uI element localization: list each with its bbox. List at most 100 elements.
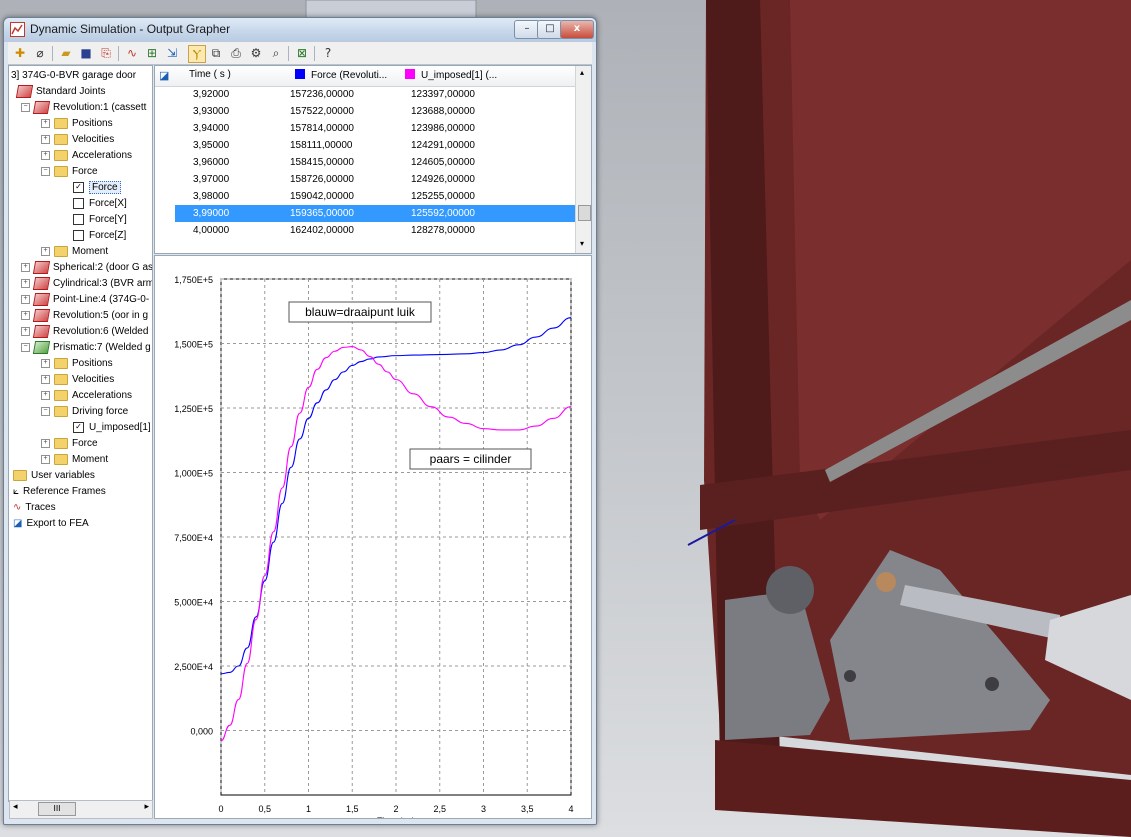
table-cell: 158415,00000 [290, 157, 354, 168]
scroll-left-icon[interactable]: ◂ [13, 802, 18, 812]
tree-export-fea[interactable]: ◪ Export to FEA [13, 516, 89, 532]
tree-reference-frames[interactable]: ⟀ Reference Frames [13, 484, 106, 500]
checkbox-icon[interactable] [73, 229, 84, 241]
joint-icon [32, 308, 51, 322]
checkbox-icon[interactable] [73, 197, 84, 209]
print-icon[interactable]: ⎙ [228, 45, 244, 61]
tree-moment[interactable]: + Moment [41, 244, 108, 260]
table-row[interactable]: 4,00000 162402,00000 128278,00000 [175, 222, 575, 239]
open-folder-icon[interactable]: ▰ [58, 45, 74, 61]
table-header: ◪ Time ( s ) Force (Revoluti... U_impose… [155, 66, 575, 87]
expand-icon[interactable]: + [41, 438, 50, 448]
expand-icon[interactable]: + [41, 358, 50, 368]
scroll-up-icon[interactable]: ▴ [580, 68, 584, 77]
zoom-icon[interactable]: ⌕ [268, 45, 284, 61]
col-u-imposed[interactable]: U_imposed[1] (... [405, 69, 497, 81]
trace-icon[interactable]: ∿ [124, 45, 140, 61]
expand-icon[interactable]: + [41, 454, 50, 464]
collapse-icon[interactable]: − [41, 406, 50, 416]
scroll-down-icon[interactable]: ▾ [580, 239, 584, 248]
settings-icon[interactable]: ⚙ [248, 45, 264, 61]
y-tick-label: 1,250E+5 [174, 404, 213, 414]
table-row[interactable]: 3,96000 158415,00000 124605,00000 [175, 154, 575, 171]
tree-revolution-5[interactable]: + Revolution:5 (oor in g [21, 308, 148, 324]
erase-icon[interactable]: ⌀ [32, 45, 48, 61]
table-corner-icon[interactable]: ◪ [159, 69, 169, 82]
expand-icon[interactable]: + [21, 278, 30, 288]
table-row[interactable]: 3,97000 158726,00000 124926,00000 [175, 171, 575, 188]
tree-velocities[interactable]: + Velocities [41, 132, 114, 148]
checkbox-checked-icon[interactable]: ✓ [73, 181, 84, 193]
x-tick-label: 3 [481, 804, 486, 814]
expand-icon[interactable]: + [21, 294, 30, 304]
expand-icon[interactable]: + [21, 262, 30, 272]
chart-panel[interactable]: 0,000 2,500E+4 5,000E+4 7,500E+4 1,000E+5 1,2… [154, 255, 592, 826]
tree-user-variables[interactable]: User variables [13, 468, 95, 484]
table-vertical-scrollbar[interactable]: ▴ ▾ [575, 66, 591, 253]
results-table[interactable]: ◪ Time ( s ) Force (Revoluti... U_impose… [154, 65, 592, 254]
tree-velocities-2[interactable]: + Velocities [41, 372, 114, 388]
tree-force-y[interactable]: Force[Y] [73, 212, 127, 228]
close-button[interactable]: x [560, 20, 594, 39]
expand-icon[interactable]: + [41, 374, 50, 384]
tree-revolution-1[interactable]: − Revolution:1 (cassett [21, 100, 146, 116]
scroll-thumb[interactable]: III [38, 802, 76, 816]
tree-prismatic-7[interactable]: − Prismatic:7 (Welded g [21, 340, 151, 356]
tree-standard-joints[interactable]: Standard Joints [15, 84, 106, 100]
expand-icon[interactable]: + [41, 118, 50, 128]
tree-point-line-4[interactable]: + Point-Line:4 (374G-0- [21, 292, 149, 308]
output-tree[interactable]: 3] 374G-0-BVR garage door Standard Joint… [8, 65, 153, 802]
expand-icon[interactable]: + [21, 310, 30, 320]
tree-u-imposed[interactable]: ✓ U_imposed[1] [73, 420, 151, 436]
x-tick-label: 2,5 [433, 804, 446, 814]
title-bar[interactable]: Dynamic Simulation - Output Grapher – □ … [4, 18, 596, 42]
grid-icon[interactable]: ⊞ [144, 45, 160, 61]
new-icon[interactable]: ✚ [12, 45, 28, 61]
tree-accelerations[interactable]: + Accelerations [41, 148, 132, 164]
tree-root[interactable]: 3] 374G-0-BVR garage door [11, 68, 136, 84]
copy-icon[interactable]: ⧉ [208, 45, 224, 61]
table-row[interactable]: 3,93000 157522,00000 123688,00000 [175, 103, 575, 120]
expand-icon[interactable]: + [21, 326, 30, 336]
tree-spherical-2[interactable]: + Spherical:2 (door G as [21, 260, 152, 276]
tree-cylindrical-3[interactable]: + Cylindrical:3 (BVR arm [21, 276, 152, 292]
tree-force-folder[interactable]: − Force [41, 164, 98, 180]
tree-force-x[interactable]: Force[X] [73, 196, 127, 212]
help-icon[interactable]: ? [320, 45, 336, 61]
checkbox-icon[interactable] [73, 213, 84, 225]
tree-force-z[interactable]: Force[Z] [73, 228, 126, 244]
checkbox-checked-icon[interactable]: ✓ [73, 421, 84, 433]
tree-force-2[interactable]: + Force [41, 436, 98, 452]
table-row[interactable]: 3,94000 157814,00000 123986,00000 [175, 120, 575, 137]
import-icon[interactable]: ⇲ [164, 45, 180, 61]
table-row[interactable]: 3,98000 159042,00000 125255,00000 [175, 188, 575, 205]
tree-driving-force[interactable]: − Driving force [41, 404, 128, 420]
tree-positions-2[interactable]: + Positions [41, 356, 113, 372]
save-icon[interactable]: ■ [78, 45, 94, 61]
table-cell: 128278,00000 [411, 225, 475, 236]
tree-force-item[interactable]: ✓ Force [73, 180, 121, 196]
tree-positions[interactable]: + Positions [41, 116, 113, 132]
tree-horizontal-scrollbar[interactable]: ◂ III ▸ [9, 800, 153, 819]
export-icon[interactable]: ⎘ [98, 45, 114, 61]
curve-icon[interactable]: Ⲩ [188, 45, 206, 63]
collapse-icon[interactable]: − [21, 342, 30, 352]
collapse-icon[interactable]: − [21, 102, 30, 112]
tree-revolution-6[interactable]: + Revolution:6 (Welded [21, 324, 148, 340]
tree-moment-2[interactable]: + Moment [41, 452, 108, 468]
excel-icon[interactable]: ⊠ [294, 45, 310, 61]
tree-accelerations-2[interactable]: + Accelerations [41, 388, 132, 404]
scroll-right-icon[interactable]: ▸ [144, 802, 149, 812]
col-force[interactable]: Force (Revoluti... [295, 69, 387, 81]
table-row[interactable]: 3,95000 158111,00000 124291,00000 [175, 137, 575, 154]
tree-traces[interactable]: ∿ Traces [13, 500, 56, 516]
table-row[interactable]: 3,92000 157236,00000 123397,00000 [175, 86, 575, 103]
expand-icon[interactable]: + [41, 246, 50, 256]
expand-icon[interactable]: + [41, 150, 50, 160]
table-row[interactable]: 3,99000 159365,00000 125592,00000 [175, 205, 575, 222]
expand-icon[interactable]: + [41, 390, 50, 400]
scroll-thumb[interactable] [578, 205, 591, 221]
expand-icon[interactable]: + [41, 134, 50, 144]
col-time[interactable]: Time ( s ) [189, 69, 231, 80]
collapse-icon[interactable]: − [41, 166, 50, 176]
